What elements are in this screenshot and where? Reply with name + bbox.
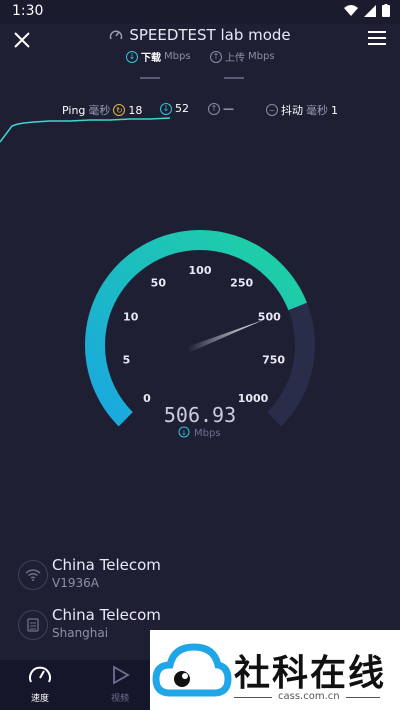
header: SPEEDTEST lab mode [0,24,400,64]
signal-icon [364,4,376,17]
watermark-logo [152,643,232,697]
download-latency-icon: ↓ [160,102,172,115]
jitter-metric: ~ 抖动 毫秒 1 [266,102,338,118]
watermark: 社科在线 cass.com.cn [150,630,400,710]
jitter-unit: 毫秒 [306,104,328,117]
gauge-tick-label: 5 [123,354,131,367]
page-title-text: SPEEDTEST lab mode [129,26,291,44]
ping-icon: ↻ [113,104,126,116]
jitter-label: 抖动 [281,104,303,117]
upload-arrow-icon: ↑ [210,50,222,63]
menu-icon[interactable] [368,30,386,46]
ping-value: 18 [128,103,143,117]
speed-gauge: 0 5 10 50 100 250 500 750 1000 506.93 ↓ Mbps [85,230,315,439]
wifi-icon [344,4,358,16]
download-label: 下载 [141,53,161,64]
jitter-icon: ~ [266,104,278,116]
isp-name: China Telecom [52,556,161,574]
server-icon [18,610,48,640]
isp-row-client[interactable]: China Telecom V1936A [18,556,378,596]
play-icon [113,665,130,685]
battery-icon [382,4,390,17]
gauge-tick-label: 100 [189,264,212,277]
watermark-line-left [234,697,272,698]
ping-metric: Ping 毫秒 ↻ 18 [62,102,142,118]
upload-value-placeholder [224,77,244,79]
nav-video-label: 视频 [110,694,129,704]
gauge-tick-label: 1000 [238,392,269,405]
ping-unit: 毫秒 [88,104,111,117]
metrics-row: Ping 毫秒 ↻ 18 ↓ 52 ↑ — ~ 抖动 毫秒 1 [0,102,400,118]
nav-speed-label: 速度 [30,694,49,704]
upload-label: 上传 [225,53,245,64]
server-name: China Telecom [52,606,161,624]
upload-latency-metric: ↑ — [208,102,234,115]
server-location: Shanghai [52,626,109,640]
watermark-text: 社科在线 [234,653,387,694]
gauge-tick-label: 50 [151,277,167,290]
watermark-url: cass.com.cn [278,691,340,702]
watermark-line-right [346,697,380,698]
gauge-needle [187,320,264,353]
speedometer-icon [29,666,51,683]
gauge-ticks: 0 5 10 50 100 250 500 750 1000 [123,264,286,405]
gauge-tick-label: 10 [123,310,139,323]
upload-latency-icon: ↑ [208,102,220,115]
ping-label: Ping [62,103,86,117]
gauge-download-arrow: ↓ [181,429,187,437]
download-value-placeholder [140,77,160,79]
gauge-unit: Mbps [194,428,221,439]
download-latency-metric: ↓ 52 [160,102,189,115]
download-label-row: ↓ 下载 Mbps [126,49,191,64]
download-unit: Mbps [164,51,191,62]
gauge-tick-label: 250 [230,277,253,290]
page-title: SPEEDTEST lab mode [0,26,400,44]
gauge-tick-label: 500 [258,310,281,323]
upload-label-row: ↑ 上传 Mbps [210,49,275,64]
status-icons [344,4,390,17]
nav-speed[interactable]: 速度 [10,664,70,704]
nav-video[interactable]: 视频 [90,664,150,704]
wifi-icon [18,560,48,590]
status-bar: 1:30 [0,0,400,24]
jitter-value: 1 [331,103,338,117]
speedometer-icon [110,30,123,40]
gauge-tick-label: 0 [143,392,151,405]
gauge-value: 506.93 [164,403,236,427]
isp-device: V1936A [52,576,99,590]
download-latency-value: 52 [175,102,189,115]
download-arrow-icon: ↓ [126,50,138,63]
upload-latency-value: — [223,102,234,115]
gauge-tick-label: 750 [262,354,285,367]
gauge-unit-row: ↓ Mbps [178,426,221,439]
upload-unit: Mbps [248,51,275,62]
status-time: 1:30 [12,3,44,19]
